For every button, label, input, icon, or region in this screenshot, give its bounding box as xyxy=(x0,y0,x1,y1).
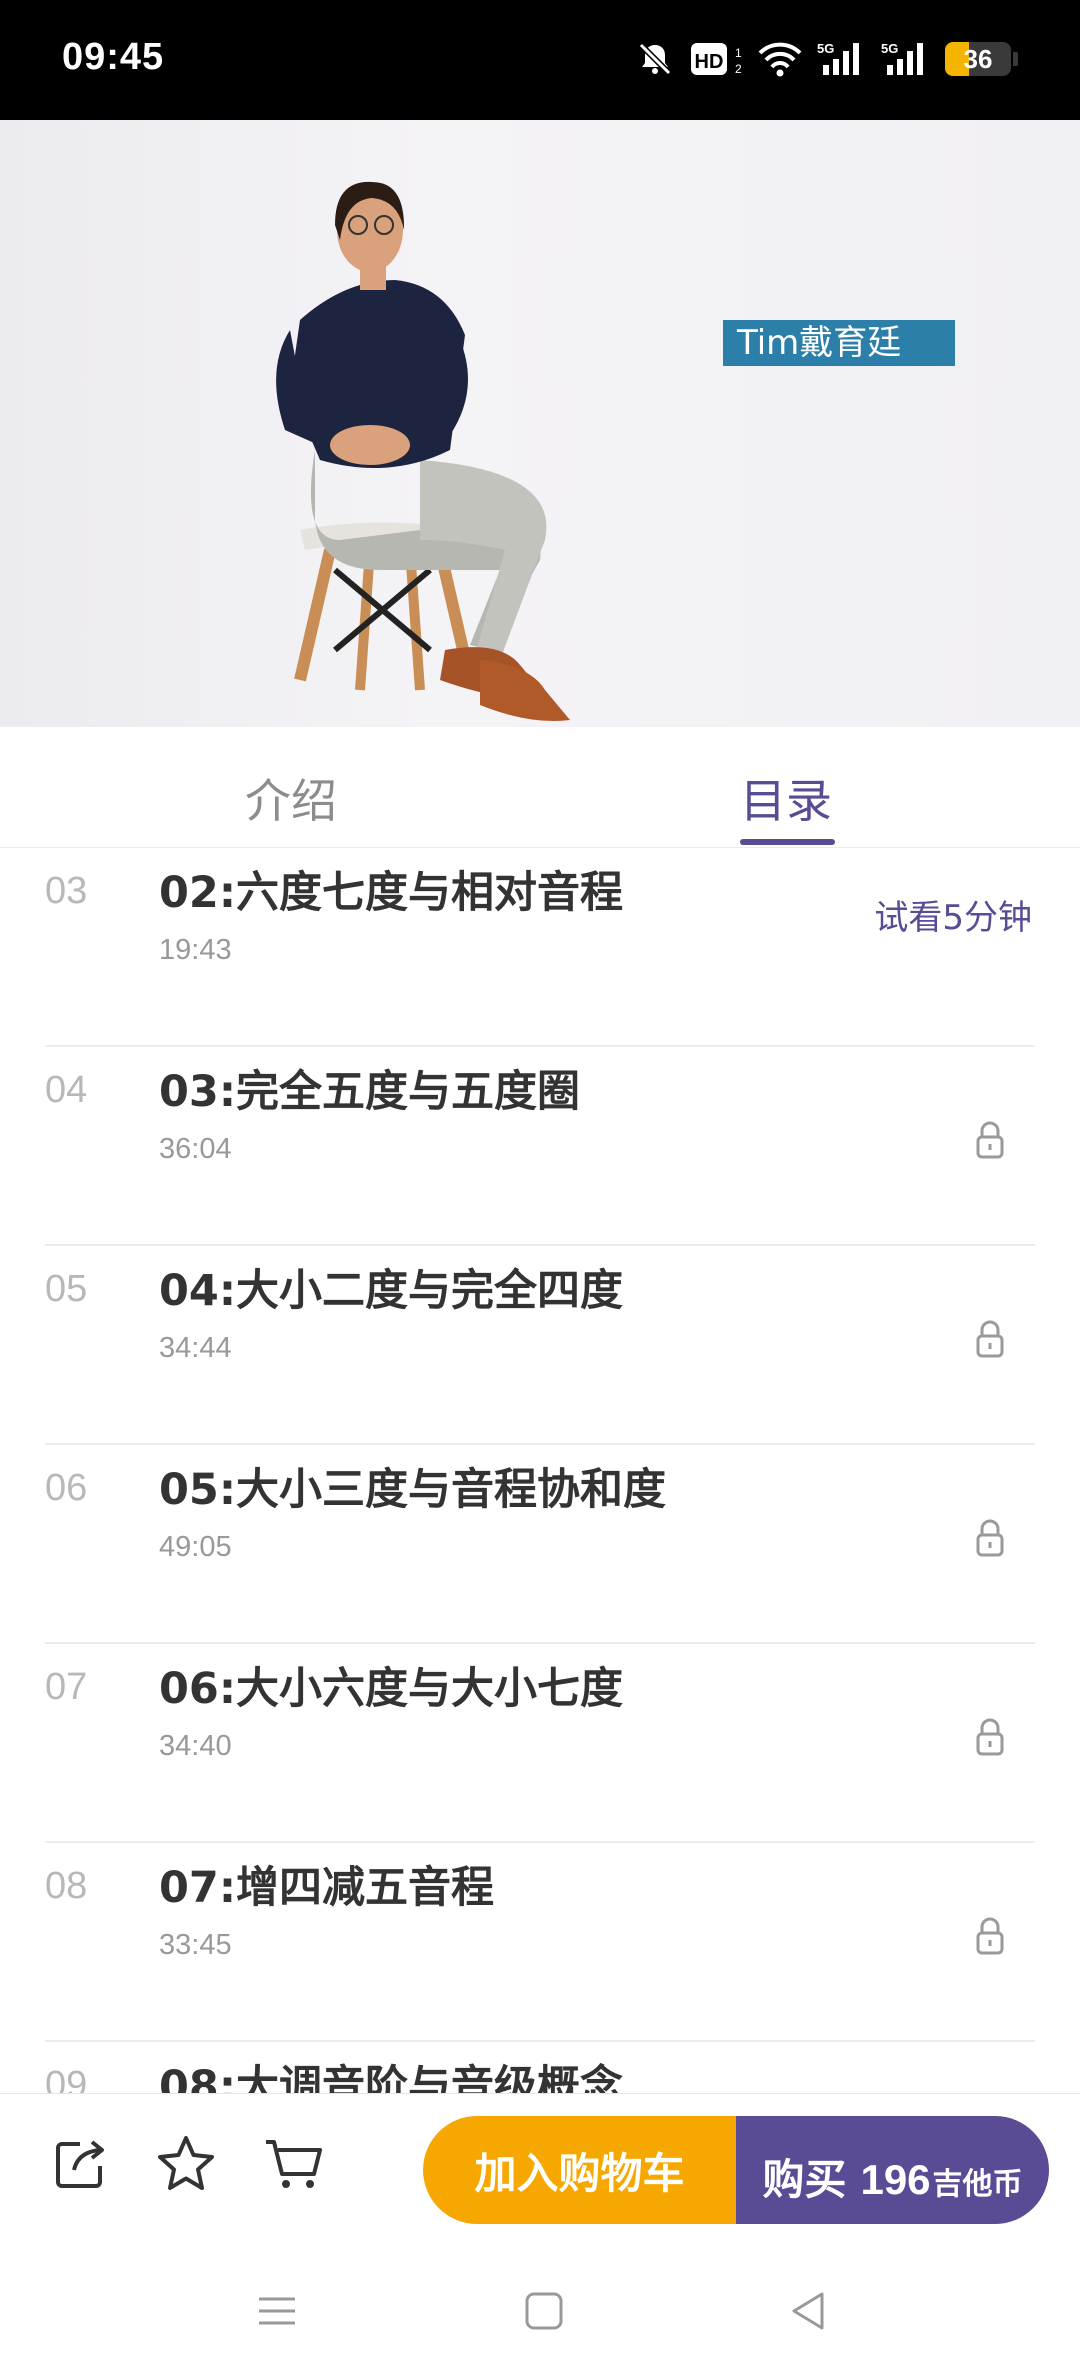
lesson-list[interactable]: 03 02:六度七度与相对音程 19:43 试看5分钟 04 03:完全五度与五… xyxy=(0,848,1080,2093)
lock-icon xyxy=(970,1915,1010,1959)
lock-icon xyxy=(970,1517,1010,1561)
hd-icon: HD 1 2 xyxy=(689,39,743,79)
battery-indicator: 36 xyxy=(945,42,1011,76)
buy-label: 购买 xyxy=(762,2155,847,2204)
lesson-index: 03 xyxy=(45,870,88,912)
tab-bar: 介绍 目录 xyxy=(0,727,1080,848)
lesson-row[interactable]: 06 05:大小三度与音程协和度 49:05 xyxy=(0,1445,1080,1644)
lesson-title: 03:完全五度与五度圈 xyxy=(159,1067,581,1117)
lesson-index: 06 xyxy=(45,1467,88,1509)
lesson-duration: 34:44 xyxy=(159,1332,232,1364)
lesson-duration: 36:04 xyxy=(159,1133,232,1165)
lesson-title: 07:增四减五音程 xyxy=(159,1863,495,1913)
lesson-title: 02:六度七度与相对音程 xyxy=(159,868,624,918)
battery-level: 36 xyxy=(963,43,993,74)
signal-5g-1-icon: 5G xyxy=(817,39,867,79)
buy-currency: 吉他币 xyxy=(932,2167,1023,2202)
wifi-icon xyxy=(757,39,803,79)
lesson-row[interactable]: 08 07:增四减五音程 33:45 xyxy=(0,1843,1080,2042)
lesson-duration: 33:45 xyxy=(159,1929,232,1961)
lock-icon xyxy=(970,1716,1010,1760)
trial-badge[interactable]: 试看5分钟 xyxy=(874,890,1032,939)
lesson-duration: 34:40 xyxy=(159,1730,232,1762)
home-icon[interactable] xyxy=(522,2289,566,2337)
lesson-index: 04 xyxy=(45,1069,88,1111)
lock-icon xyxy=(970,1318,1010,1362)
lesson-index: 07 xyxy=(45,1666,88,1708)
menu-icon[interactable] xyxy=(255,2289,299,2337)
lesson-title: 04:大小二度与完全四度 xyxy=(159,1266,624,1316)
status-time: 09:45 xyxy=(62,36,165,78)
lesson-row[interactable]: 05 04:大小二度与完全四度 34:44 xyxy=(0,1246,1080,1445)
purchase-bar: 加入购物车 购买 196 吉他币 xyxy=(0,2093,1080,2250)
svg-text:HD: HD xyxy=(695,51,724,73)
video-player[interactable]: Tim戴育廷 xyxy=(0,120,1080,727)
lesson-row[interactable]: 04 03:完全五度与五度圈 36:04 xyxy=(0,1047,1080,1246)
share-icon[interactable] xyxy=(50,2134,110,2198)
lesson-title: 05:大小三度与音程协和度 xyxy=(159,1465,667,1515)
back-icon[interactable] xyxy=(786,2289,830,2337)
lesson-index: 08 xyxy=(45,1865,88,1907)
presenter-caption: Tim戴育廷 xyxy=(723,320,955,366)
lesson-duration: 19:43 xyxy=(159,934,232,966)
buy-button[interactable]: 购买 196 吉他币 xyxy=(736,2116,1049,2224)
lock-icon xyxy=(970,1119,1010,1163)
signal-5g-2-icon: 5G xyxy=(881,39,931,79)
status-bar: 09:45 HD 1 2 5G 5G 36 xyxy=(0,0,1080,120)
lesson-duration: 49:05 xyxy=(159,1531,232,1563)
star-icon[interactable] xyxy=(155,2134,217,2198)
tab-introduction[interactable]: 介绍 xyxy=(245,765,337,831)
svg-text:5G: 5G xyxy=(881,41,898,56)
bell-muted-icon xyxy=(635,39,675,79)
lesson-row[interactable]: 07 06:大小六度与大小七度 34:40 xyxy=(0,1644,1080,1843)
lesson-title: 08:大调音阶与音级概念 xyxy=(159,2062,624,2093)
cart-icon[interactable] xyxy=(262,2134,326,2198)
lesson-row[interactable]: 09 08:大调音阶与音级概念 xyxy=(0,2042,1080,2093)
active-tab-indicator xyxy=(740,839,835,845)
lesson-index: 05 xyxy=(45,1268,88,1310)
presenter-image xyxy=(276,181,570,721)
system-nav-bar xyxy=(0,2249,1080,2376)
lesson-title: 06:大小六度与大小七度 xyxy=(159,1664,624,1714)
tab-catalog[interactable]: 目录 xyxy=(740,765,832,831)
buy-price: 196 xyxy=(860,2156,931,2203)
svg-text:1: 1 xyxy=(735,46,742,60)
status-icons: HD 1 2 5G 5G 36 xyxy=(635,34,1018,84)
add-to-cart-button[interactable]: 加入购物车 xyxy=(423,2116,736,2224)
svg-text:5G: 5G xyxy=(817,41,834,56)
lesson-index: 09 xyxy=(45,2064,88,2093)
lesson-row[interactable]: 03 02:六度七度与相对音程 19:43 试看5分钟 xyxy=(0,848,1080,1047)
svg-text:2: 2 xyxy=(735,62,742,76)
